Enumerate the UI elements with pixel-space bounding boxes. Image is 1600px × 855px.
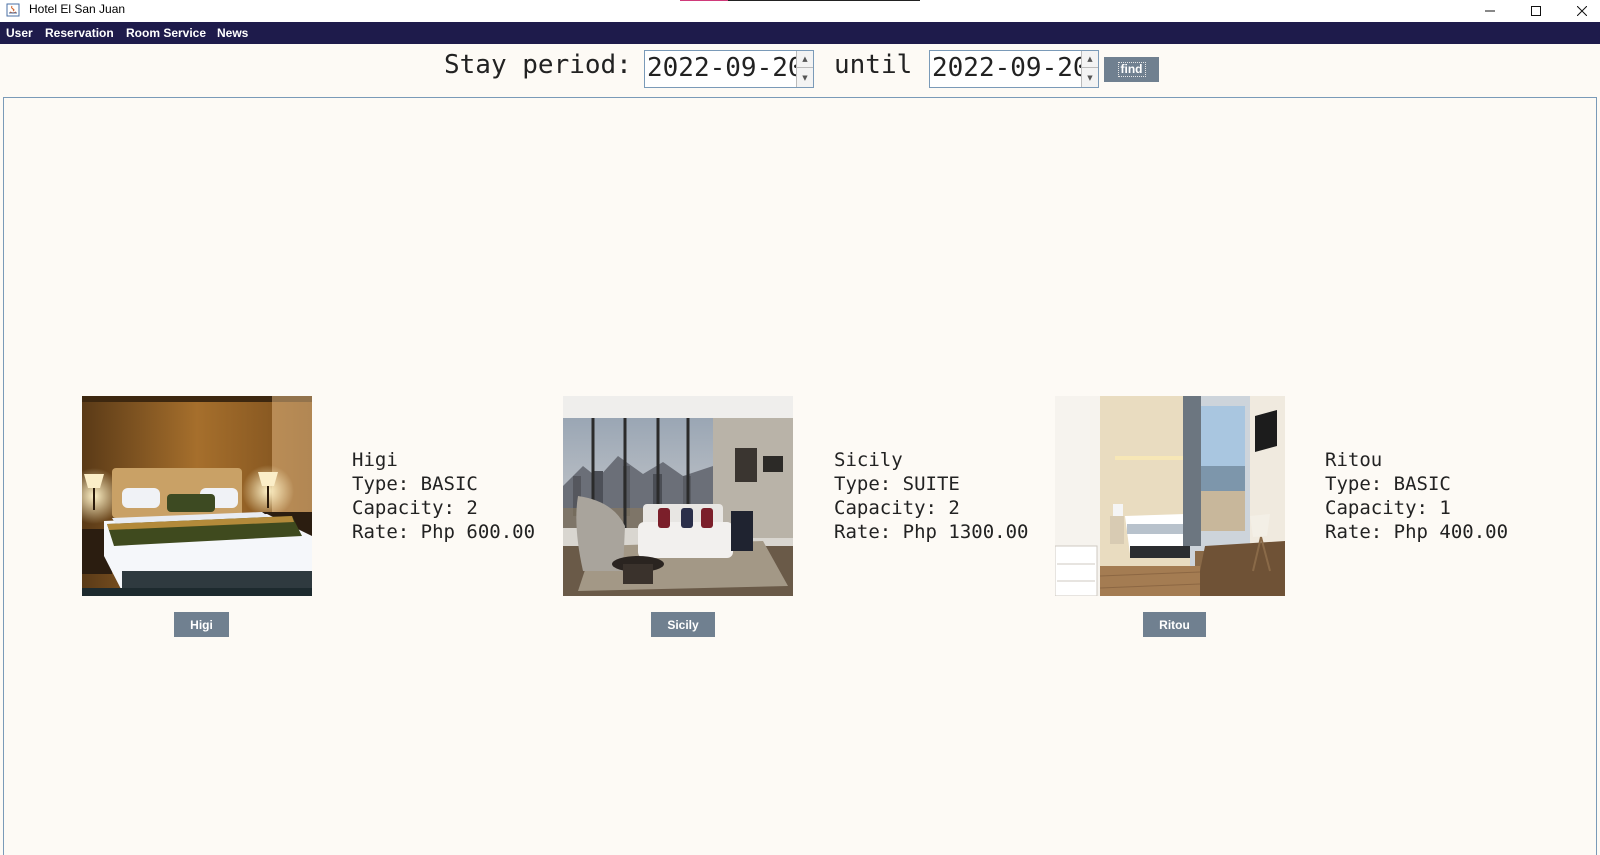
- start-date-spinner[interactable]: 2022-09-20 ▲ ▼: [644, 50, 814, 88]
- java-cup-icon: [6, 3, 20, 17]
- room-rate: Rate: Php 600.00: [352, 521, 536, 543]
- until-label: until: [834, 50, 913, 80]
- room-rate: Rate: Php 1300.00: [834, 521, 1029, 543]
- close-icon[interactable]: [1559, 0, 1600, 22]
- room-capacity: Capacity: 2: [834, 497, 960, 519]
- spinner-up-icon[interactable]: ▲: [797, 51, 813, 68]
- room-name: Higi: [352, 449, 398, 471]
- end-date-value[interactable]: 2022-09-20: [932, 53, 1089, 83]
- end-date-arrows: ▲ ▼: [1081, 51, 1098, 87]
- room-info-higi: Higi Type: BASIC Capacity: 2 Rate: Php 600.…: [352, 448, 535, 544]
- room-capacity: Capacity: 2: [352, 497, 478, 519]
- start-date-value[interactable]: 2022-09-20: [647, 53, 804, 83]
- room-image-sicily: [563, 396, 793, 596]
- menu-room-service[interactable]: Room Service: [126, 26, 206, 40]
- spinner-down-icon[interactable]: ▼: [1082, 69, 1098, 86]
- minimize-icon[interactable]: [1467, 0, 1513, 22]
- stay-period-label: Stay period:: [444, 50, 632, 80]
- menu-reservation[interactable]: Reservation: [45, 26, 114, 40]
- find-button-label: find: [1117, 62, 1146, 77]
- maximize-icon[interactable]: [1513, 0, 1559, 22]
- menu-bar: User Reservation Room Service News: [0, 22, 1600, 44]
- room-image-higi: [82, 396, 312, 596]
- menu-user[interactable]: User: [6, 26, 33, 40]
- select-room-ritou-button[interactable]: Ritou: [1143, 612, 1206, 637]
- room-name: Sicily: [834, 449, 903, 471]
- title-bar: Hotel El San Juan: [0, 0, 1600, 22]
- title-accent-line: [680, 0, 920, 1]
- room-type: Type: BASIC: [352, 473, 478, 495]
- spinner-down-icon[interactable]: ▼: [797, 69, 813, 86]
- room-info-ritou: Ritou Type: BASIC Capacity: 1 Rate: Php 400…: [1325, 448, 1508, 544]
- menu-news[interactable]: News: [217, 26, 248, 40]
- room-name: Ritou: [1325, 449, 1383, 471]
- select-room-sicily-button[interactable]: Sicily: [651, 612, 715, 637]
- select-room-higi-button[interactable]: Higi: [174, 612, 229, 637]
- start-date-arrows: ▲ ▼: [796, 51, 813, 87]
- end-date-spinner[interactable]: 2022-09-20 ▲ ▼: [929, 50, 1099, 88]
- spinner-up-icon[interactable]: ▲: [1082, 51, 1098, 68]
- window-title: Hotel El San Juan: [29, 2, 126, 16]
- find-button[interactable]: find: [1104, 57, 1159, 82]
- room-capacity: Capacity: 1: [1325, 497, 1451, 519]
- room-info-sicily: Sicily Type: SUITE Capacity: 2 Rate: Php 13…: [834, 448, 1028, 544]
- room-type: Type: BASIC: [1325, 473, 1451, 495]
- room-rate: Rate: Php 400.00: [1325, 521, 1509, 543]
- room-type: Type: SUITE: [834, 473, 960, 495]
- room-image-ritou: [1055, 396, 1285, 596]
